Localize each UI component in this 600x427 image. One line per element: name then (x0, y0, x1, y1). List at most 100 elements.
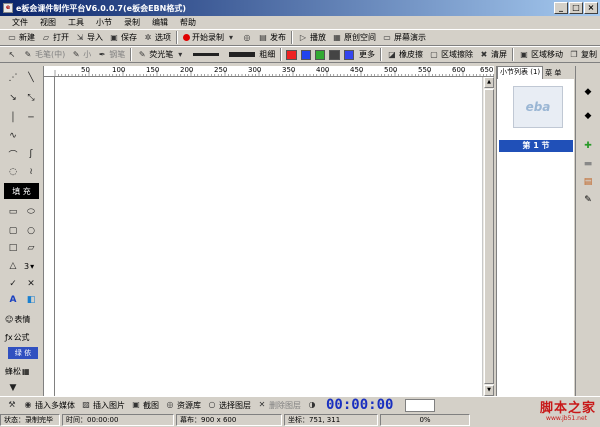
arc-tool-icon[interactable]: ⌒ (4, 146, 22, 162)
color-dark-swatch[interactable] (329, 49, 340, 60)
wave-line-tool-icon[interactable]: ∿ (4, 128, 22, 144)
formula-icon: ƒx (5, 333, 13, 342)
insert-image-button[interactable]: ▨ 插入图片 (78, 398, 128, 413)
screen-demo-button[interactable]: ▭ 屏幕演示 (379, 30, 429, 45)
rounded-rect-tool-icon[interactable]: ▢ (4, 223, 22, 239)
remove-section-icon[interactable]: ▬ (582, 158, 594, 170)
bold-button[interactable]: 粗细 (224, 47, 278, 62)
play-button[interactable]: ▷ 播放 (295, 30, 329, 45)
minimize-button[interactable]: _ (554, 2, 568, 14)
original-space-label: 原创空间 (344, 33, 376, 42)
original-space-button[interactable]: ▦ 原创空间 (329, 30, 379, 45)
edit-section-icon[interactable]: ▤ (582, 176, 594, 188)
options-button[interactable]: ✲ 选项 (140, 30, 174, 45)
ellipse-tool-icon[interactable]: ⬭ (22, 204, 40, 220)
drawing-canvas[interactable] (55, 77, 482, 396)
check-mark-tool-icon[interactable]: ✓ (4, 276, 22, 292)
close-button[interactable]: × (584, 2, 598, 14)
screenshot-button[interactable]: ▣ 截图 (128, 398, 162, 413)
polygon-sides-dropdown[interactable]: 3 ▾ (24, 262, 34, 271)
emoji-button[interactable]: ☺ 表情 (5, 314, 30, 325)
area-move-button[interactable]: ▣ 区域移动 (516, 47, 566, 62)
circle-tool-icon[interactable]: ○ (22, 223, 40, 239)
properties-icon[interactable]: ✎ (582, 194, 594, 206)
copy-button[interactable]: ❐ 复制 (566, 47, 600, 62)
parallelogram-tool-icon[interactable]: ▱ (22, 240, 40, 256)
clear-button[interactable]: ✖ 清屏 (476, 47, 510, 62)
pointer-button[interactable]: ↖ (4, 47, 20, 62)
curve-tool-icon[interactable]: ≀ (22, 164, 40, 180)
cross-mark-tool-icon[interactable]: ✕ (22, 276, 40, 292)
vertical-line-tool-icon[interactable]: │ (4, 110, 22, 126)
record-settings-button[interactable]: ◎ (239, 30, 255, 45)
cell-button[interactable]: 蜂松 ▦ (5, 366, 30, 377)
timer-settings-button[interactable]: ◑ (304, 398, 320, 413)
select-layer-button[interactable]: ○ 选择图层 (204, 398, 254, 413)
canvas-vertical-scrollbar[interactable]: ▲ ▼ (482, 77, 494, 396)
polygon-sides-label: 3 (24, 262, 30, 271)
start-record-button[interactable]: 开始录制 ▾ (180, 30, 239, 45)
double-arrow-tool-icon[interactable]: ⤡ (22, 90, 40, 106)
maximize-button[interactable]: □ (569, 2, 583, 14)
delete-layer-button[interactable]: ✕ 删除图层 (254, 398, 304, 413)
pen-button[interactable]: ✒ 钢笔 (94, 47, 128, 62)
eraser-button[interactable]: ◪ 橡皮擦 (384, 47, 426, 62)
scroll-down-arrow-icon[interactable]: ▼ (484, 385, 494, 396)
shapes-tool-icon[interactable]: ◧ (22, 292, 40, 308)
menu-record[interactable]: 录制 (118, 17, 146, 28)
move-down-icon[interactable]: ◆ (582, 110, 594, 122)
area-erase-button[interactable]: ▢ 区域擦除 (426, 47, 476, 62)
blue-mode-button[interactable]: 绿 依 (8, 347, 38, 359)
text-tool-icon[interactable]: A (4, 292, 22, 308)
fluorescent-button[interactable]: ✎ 荧光笔 ▾ (134, 47, 188, 62)
scroll-down-icon[interactable]: ▼ (4, 380, 22, 396)
new-button[interactable]: ▭ 新建 (4, 30, 38, 45)
arrow-tool-icon[interactable]: ↘ (4, 90, 22, 106)
color-green-swatch[interactable] (314, 49, 326, 60)
line-thin-button[interactable] (188, 47, 224, 62)
line-tool-icon[interactable]: ╲ (22, 70, 40, 86)
s-curve-tool-icon[interactable]: ʃ (22, 146, 40, 162)
insert-media-button[interactable]: ◉ 插入多媒体 (20, 398, 78, 413)
formula-button[interactable]: ƒx 公式 (5, 332, 30, 343)
color-red-swatch[interactable] (286, 49, 297, 60)
color-blue2-swatch[interactable] (343, 49, 354, 60)
lasso-tool-icon[interactable]: ◌ (4, 164, 22, 180)
more-colors-button[interactable]: 更多 (356, 47, 378, 62)
menu-section[interactable]: 小节 (90, 17, 118, 28)
rectangle-tool-icon[interactable]: ▭ (4, 204, 22, 220)
menu-file[interactable]: 文件 (6, 17, 34, 28)
ruler-label-200: 200 (180, 66, 194, 74)
square-tool-icon[interactable]: □ (4, 240, 22, 256)
horizontal-line-tool-icon[interactable]: ─ (22, 110, 40, 126)
title-bar: e e板会课件制作平台V6.0.0.7(e板会EBN格式) _ □ × (0, 0, 600, 16)
menu-view[interactable]: 视图 (34, 17, 62, 28)
tab-section-list[interactable]: 小节列表 (1) (497, 66, 544, 79)
menu-help[interactable]: 帮助 (174, 17, 202, 28)
add-section-icon[interactable]: ✚ (582, 140, 594, 152)
chevron-down-icon: ▾ (30, 262, 35, 271)
section-item-1[interactable]: 第 1 节 (499, 140, 573, 152)
tab-menu[interactable]: 菜 单 (543, 68, 563, 78)
resources-button[interactable]: ◎ 资源库 (162, 398, 204, 413)
move-up-icon[interactable]: ◆ (582, 86, 594, 98)
color-blue-swatch[interactable] (300, 49, 311, 60)
fluorescent-label: 荧光笔 (149, 50, 174, 59)
open-button[interactable]: ▱ 打开 (38, 30, 72, 45)
small-button[interactable]: ✎ 小 (68, 47, 94, 62)
dotted-line-tool-icon[interactable]: ⋰ (4, 70, 22, 86)
fill-button[interactable]: 填 充 (4, 183, 39, 199)
import-button[interactable]: ⇲ 导入 (72, 30, 106, 45)
window-title: e板会课件制作平台V6.0.0.7(e板会EBN格式) (16, 3, 186, 13)
tools-button[interactable]: ⚒ (4, 398, 20, 413)
menu-edit[interactable]: 编辑 (146, 17, 174, 28)
save-button[interactable]: ▣ 保存 (106, 30, 140, 45)
scroll-up-arrow-icon[interactable]: ▲ (484, 77, 494, 88)
publish-button[interactable]: ▤ 发布 (255, 30, 289, 45)
scrollbar-thumb[interactable] (484, 89, 494, 384)
thumbnail-logo: eba (525, 100, 551, 114)
menu-tools[interactable]: 工具 (62, 17, 90, 28)
triangle-tool-icon[interactable]: △ (4, 258, 22, 274)
brush-mid-button[interactable]: ✎ 毛笔(中) (20, 47, 68, 62)
section-thumbnail[interactable]: eba (513, 86, 563, 128)
